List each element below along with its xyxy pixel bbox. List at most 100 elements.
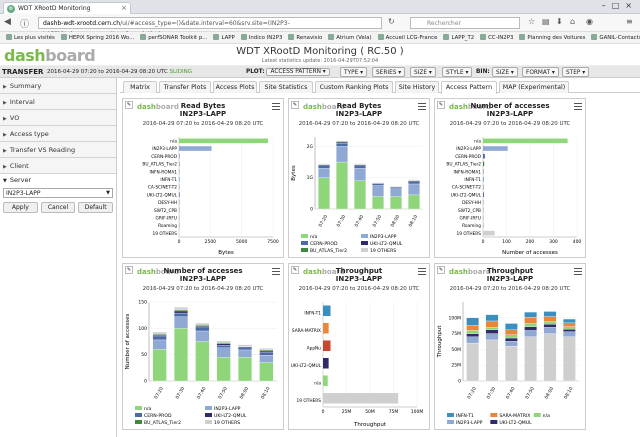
bar-segment <box>408 183 420 196</box>
bookmark-label: Planning des Voitures <box>527 35 586 41</box>
bar <box>483 169 484 174</box>
y-tick-label: 100M <box>449 315 462 321</box>
bookmark-item[interactable]: Accueil LCG-France <box>377 32 437 43</box>
bar-segment <box>195 341 210 382</box>
tab-access-pattern[interactable]: Access Pattern <box>441 81 497 94</box>
bookmark-item[interactable]: Renavisio <box>288 32 322 43</box>
bar <box>179 153 180 159</box>
bar-segment <box>485 314 499 322</box>
tab-site-statistics[interactable]: Site Statistics <box>259 81 313 93</box>
x-axis-label: Number of accesses <box>502 250 558 256</box>
sidebar-item-summary[interactable]: ▶ Summary <box>0 78 116 94</box>
sidebar-item-server[interactable]: ▼ Server <box>0 174 116 186</box>
bookmark-item[interactable]: LAPP_T2 <box>443 32 474 43</box>
bookmark-item[interactable]: LAPP <box>213 32 235 43</box>
search-input[interactable]: Rechercher <box>410 17 520 29</box>
y-tick-label: SWT2_CPB <box>154 208 177 214</box>
download-icon[interactable]: ⬇ <box>556 17 563 26</box>
sidebar-item-label: Client <box>9 162 29 170</box>
y-tick-label: CERN-PROD <box>151 154 177 160</box>
apply-button[interactable]: Apply <box>3 202 38 213</box>
bar <box>179 207 180 213</box>
bar <box>483 192 484 197</box>
bookmark-icon <box>328 34 335 40</box>
url-domain: dashb-wdt-xrootd.cern.ch <box>43 20 121 27</box>
sidebar-item-transfer-vs-reading[interactable]: ▶ Transfer VS Reading <box>0 142 116 158</box>
tab-site-history[interactable]: Site History <box>395 81 439 93</box>
bar-segment <box>485 339 499 382</box>
sidebar-item-vo[interactable]: ▶ VO <box>0 110 116 126</box>
bar-segment <box>238 344 252 347</box>
tab-map-experimental[interactable]: MAP (Experimental) <box>499 81 569 93</box>
bar-segment <box>259 350 274 353</box>
server-select[interactable]: IN2P3-LAPP ▼ <box>3 188 113 198</box>
bar-segment <box>174 310 188 314</box>
bar <box>179 215 180 221</box>
tab-matrix[interactable]: Matrix <box>123 81 157 93</box>
sidebar-item-interval[interactable]: ▶ Interval <box>0 94 116 110</box>
bookmark-item[interactable]: Indico IN2P3 <box>240 32 282 43</box>
tab-custom-ranking-plots[interactable]: Custom Ranking Plots <box>315 81 393 93</box>
legend-swatch <box>361 241 368 245</box>
bookmark-item[interactable]: HEPiX Spring 2016 Wo... <box>60 32 134 43</box>
bar-segment <box>504 329 518 336</box>
close-tab-icon[interactable]: × <box>121 3 127 14</box>
back-icon[interactable]: ◀ <box>4 17 11 27</box>
star-icon[interactable]: ☆ <box>528 17 535 26</box>
reader-icon[interactable]: ▤ <box>542 17 550 26</box>
sidebar-item-label: Summary <box>9 82 42 90</box>
bookmarks-bar: Les plus visités HEPiX Spring 2016 Wo... p… <box>0 32 640 44</box>
bar <box>179 192 180 197</box>
home-icon[interactable]: ⌂ <box>570 17 575 26</box>
bookmark-label: Les plus visités <box>14 35 55 41</box>
legend-swatch <box>135 413 142 417</box>
format-dropdown[interactable]: FORMAT ▾ <box>522 67 559 77</box>
bookmark-item[interactable]: Atrium (Vela) <box>328 32 372 43</box>
bar <box>179 230 180 236</box>
tab-access-plots[interactable]: Access Plots <box>213 81 257 93</box>
bookmark-icon <box>6 34 12 40</box>
last-update: Latest statistics update: 2016-04-29T07:… <box>261 58 379 64</box>
bookmark-item[interactable]: CC-IN2P3 <box>480 32 513 43</box>
extension-icon[interactable]: ◉ <box>586 17 593 26</box>
style-dropdown[interactable]: STYLE ▾ <box>442 67 473 77</box>
sidebar-item-client[interactable]: ▶ Client <box>0 158 116 174</box>
x-tick-label: 07:40 <box>354 214 366 228</box>
time-range[interactable]: 2016-04-29 07:20 to 2016-04-29 08:20 UTC… <box>47 69 192 75</box>
bin-size-dropdown[interactable]: SIZE ▾ <box>492 67 518 77</box>
y-tick-label: INFN-T1 <box>304 311 321 317</box>
bar-segment <box>504 337 518 342</box>
legend-label: n/a <box>310 234 317 240</box>
bookmark-item[interactable]: Planning des Voitures <box>519 32 586 43</box>
info-icon[interactable]: ⓘ <box>20 17 29 30</box>
size-dropdown[interactable]: SIZE ▾ <box>410 67 436 77</box>
legend-swatch <box>205 413 212 417</box>
menu-icon[interactable]: ≡ <box>626 17 633 26</box>
bookmark-item[interactable]: perfSONAR Toolkit p... <box>140 32 207 43</box>
window-controls[interactable]: –□× <box>602 1 638 10</box>
bookmark-item[interactable]: Les plus visités <box>6 32 55 43</box>
url-field[interactable]: dashb-wdt-xrootd.cern.ch/ui/#access_type… <box>38 17 382 38</box>
legend-label: n/a <box>543 413 550 419</box>
x-tick-label: 0 <box>322 409 325 415</box>
bar <box>323 358 329 369</box>
series-dropdown[interactable]: SERIES ▾ <box>372 67 406 77</box>
y-tick-label: UKI-LT2-QMUL <box>147 192 178 198</box>
bar <box>483 184 484 190</box>
plot-dropdown[interactable]: ACCESS PATTERN ▾ <box>266 68 330 76</box>
bar-segment <box>485 329 499 334</box>
browser-tab[interactable]: ⚙ WDT XRootD Monitoring × <box>3 2 131 14</box>
step-dropdown[interactable]: STEP ▾ <box>562 67 590 77</box>
bar-segment <box>152 331 167 335</box>
y-tick-label: 19 OTHERS <box>153 231 178 237</box>
reload-icon[interactable]: ↻ <box>388 17 395 26</box>
default-button[interactable]: Default <box>78 202 114 213</box>
bookmark-item[interactable]: GANIL-Contacts <box>591 32 640 43</box>
tab-transfer-plots[interactable]: Transfer Plots <box>159 81 211 93</box>
bar-segment <box>152 339 167 350</box>
transfer-label: TRANSFER <box>2 68 44 76</box>
cancel-button[interactable]: Cancel <box>40 202 76 213</box>
sidebar-item-access-type[interactable]: ▶ Access type <box>0 126 116 142</box>
bar-segment <box>216 357 231 382</box>
type-dropdown[interactable]: TYPE ▾ <box>340 67 368 77</box>
